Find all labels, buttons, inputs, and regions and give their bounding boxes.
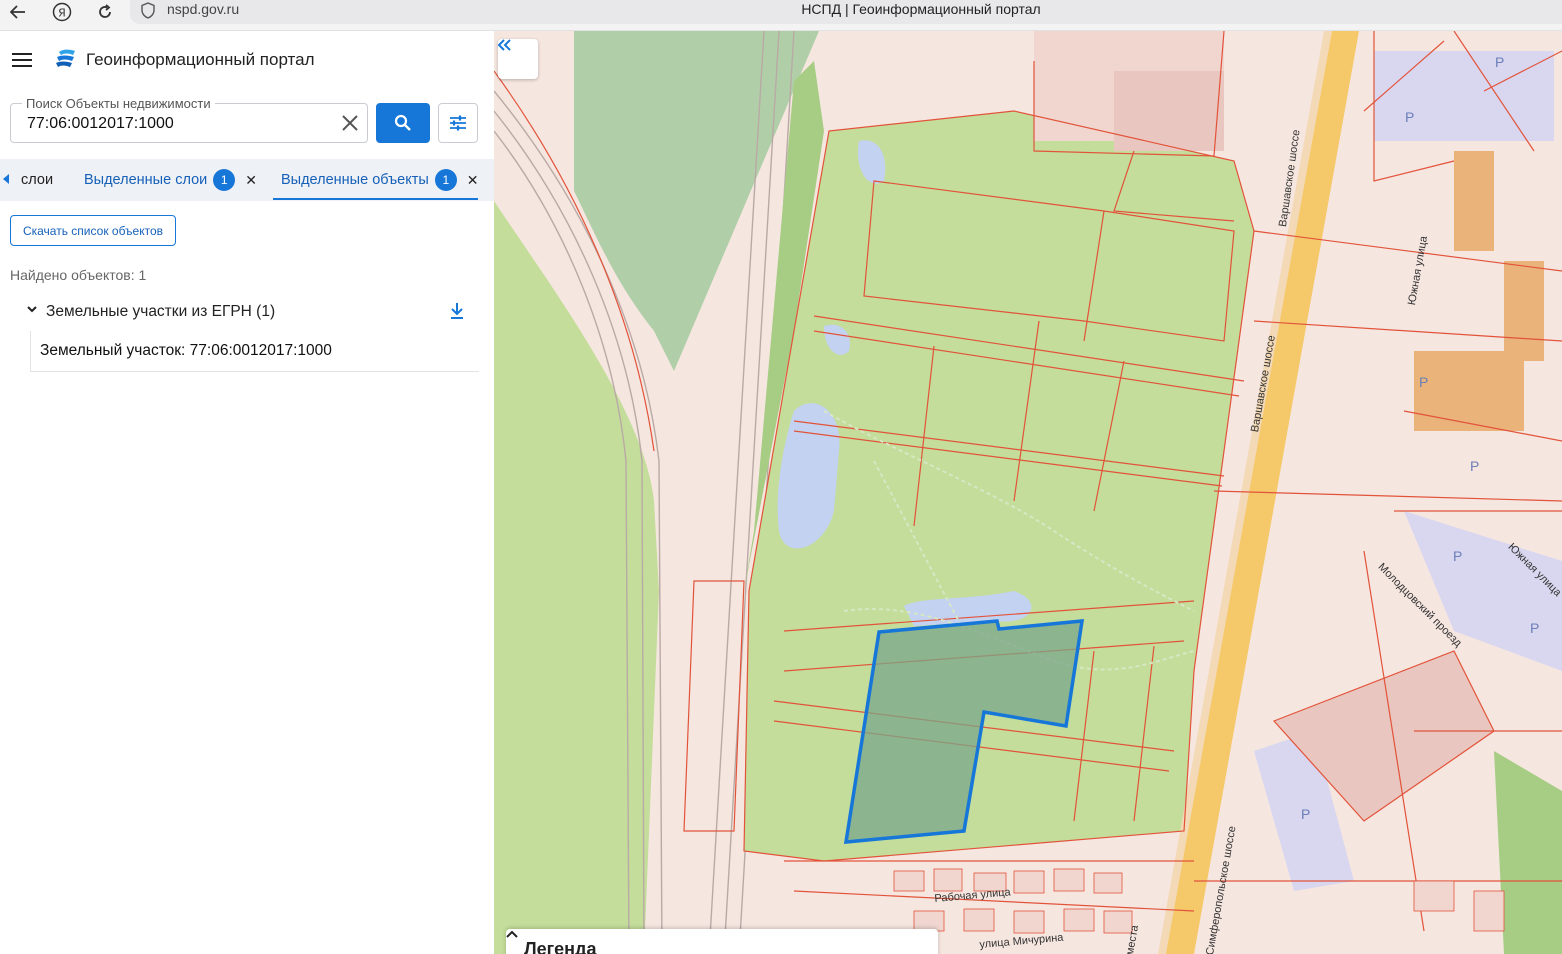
found-count: Найдено объектов: 1: [10, 267, 147, 283]
download-icon[interactable]: [448, 301, 466, 321]
parking-label: P: [1301, 806, 1311, 822]
search-input[interactable]: [27, 115, 327, 133]
result-label: Земельный участок: 77:06:0012017:1000: [40, 342, 332, 359]
clear-icon[interactable]: [339, 112, 361, 134]
parking-label: P: [1470, 458, 1480, 474]
parking-label: P: [1405, 109, 1415, 125]
result-group-header[interactable]: Земельные участки из ЕГРН (1): [26, 301, 468, 325]
search-field[interactable]: Поиск Объекты недвижимости: [10, 96, 368, 143]
close-icon[interactable]: ✕: [245, 172, 257, 189]
double-chevron-left-icon: [498, 39, 511, 51]
search-label: Поиск Объекты недвижимости: [22, 96, 215, 111]
legend-panel[interactable]: Легенда: [506, 929, 938, 954]
side-panel: Геоинформационный портал Поиск Объекты н…: [0, 31, 494, 954]
portal-logo-icon: [56, 49, 75, 67]
tab-label: Выделенные объекты: [281, 172, 429, 188]
tab-label: Выделенные слои: [84, 172, 208, 188]
map-canvas[interactable]: [494, 31, 1562, 954]
close-icon[interactable]: ✕: [467, 172, 479, 189]
download-list-button[interactable]: Скачать список объектов: [10, 215, 176, 246]
tab-selected-objects[interactable]: Выделенные объекты 1 ✕: [281, 159, 479, 201]
tab-selected-layers[interactable]: Выделенные слои 1 ✕: [84, 159, 257, 201]
tab-label: слои: [21, 172, 54, 188]
parking-label: P: [1453, 548, 1463, 564]
chevron-up-icon[interactable]: [506, 929, 518, 939]
browser-toolbar: Я nspd.gov.ru НСПД | Геоинформационный п…: [0, 0, 1562, 31]
app-title: Геоинформационный портал: [86, 50, 315, 69]
active-tab-indicator: [273, 198, 478, 200]
search-button[interactable]: [376, 103, 430, 143]
tabs-bar: слои Выделенные слои 1 ✕ Выделенные объе…: [0, 159, 494, 201]
legend-title: Легенда: [524, 939, 597, 954]
filter-button[interactable]: [438, 103, 478, 143]
chevron-down-icon[interactable]: [26, 303, 38, 315]
list-item[interactable]: Земельный участок: 77:06:0012017:1000: [30, 331, 479, 372]
group-label: Земельные участки из ЕГРН (1): [46, 303, 276, 320]
parking-label: P: [1530, 620, 1540, 636]
sliders-icon: [450, 115, 466, 131]
search-icon: [394, 114, 411, 131]
map-view[interactable]: Варшавское шоссе Варшавское шоссе Южная …: [494, 31, 1562, 954]
tab-layers[interactable]: слои: [21, 159, 53, 201]
tabs-scroll-left-icon[interactable]: [3, 174, 9, 184]
parking-label: P: [1495, 54, 1505, 70]
page-title: НСПД | Геоинформационный портал: [801, 1, 1041, 17]
count-badge: 1: [213, 169, 236, 191]
count-badge: 1: [434, 169, 457, 191]
collapse-panel-button[interactable]: [498, 39, 538, 79]
parking-label: P: [1419, 374, 1429, 390]
menu-icon[interactable]: [12, 53, 32, 67]
